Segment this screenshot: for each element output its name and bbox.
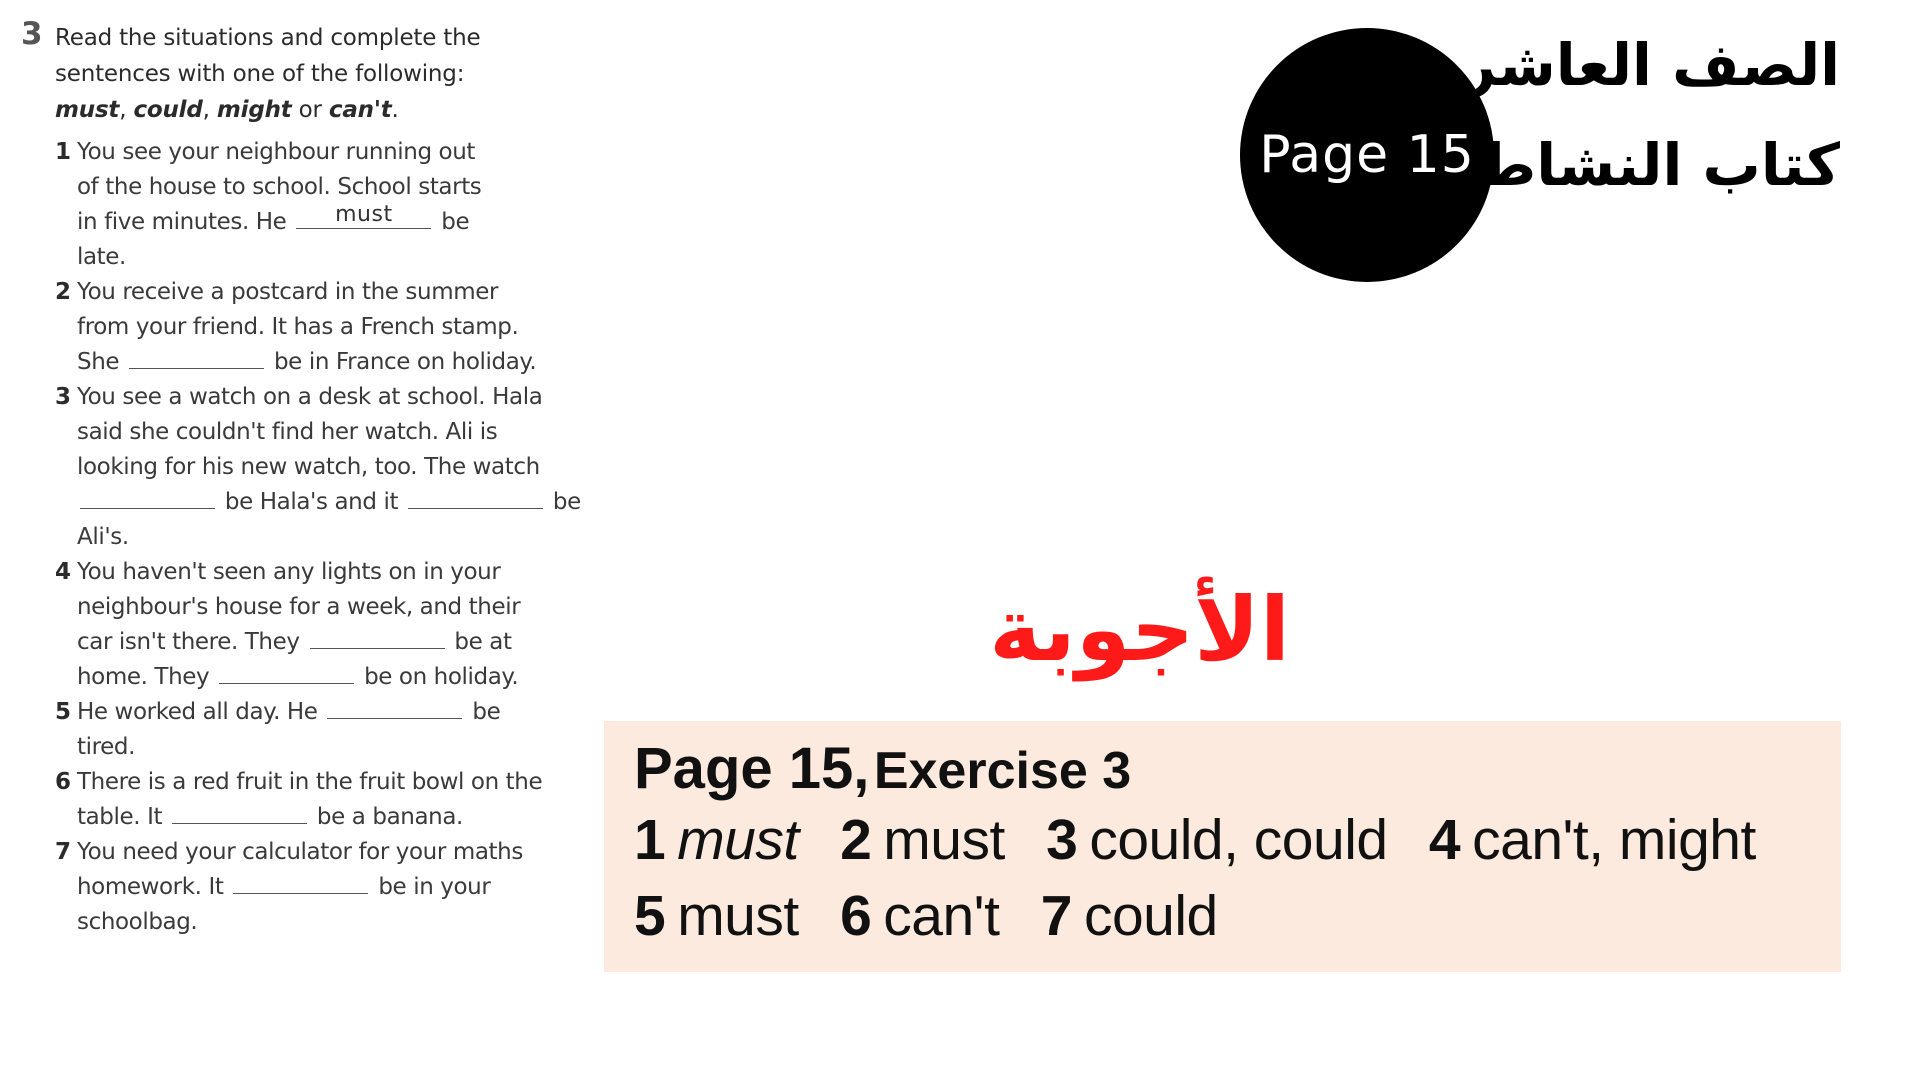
item-number: 2 — [55, 279, 71, 305]
answer-number: 1 — [634, 808, 666, 872]
answer-3: 3 could, could — [1046, 808, 1388, 872]
answer-blank[interactable] — [327, 696, 463, 719]
page-badge-label: Page 15 — [1259, 125, 1475, 185]
answer-word: could — [1083, 884, 1218, 948]
answer-number: 7 — [1040, 884, 1073, 948]
item-text: be on holiday. — [364, 664, 519, 690]
page-badge: Page 15 — [1240, 28, 1494, 282]
answer-word: could, could — [1089, 808, 1388, 872]
item-text: be in France on holiday. — [273, 349, 537, 375]
filled-answer: must — [335, 202, 393, 227]
item-text: be Hala's and it — [224, 489, 399, 515]
answer-row-2: 5 must 6 can't 7 could — [634, 883, 1244, 949]
answer-word: can't, might — [1472, 808, 1756, 872]
answer-number: 6 — [840, 884, 872, 948]
exercise-panel: 3 Read the situations and complete the s… — [0, 0, 581, 935]
exercise-item-4: 4 You haven't seen any lights on in your… — [55, 555, 547, 695]
item-number: 3 — [55, 384, 71, 410]
exercise-item-5: 5 He worked all day. He be tired. — [55, 695, 527, 765]
modal-cant: can't — [328, 97, 392, 123]
grade-title: الصف العاشر — [1462, 31, 1840, 99]
modal-might: might — [216, 97, 292, 123]
item-text: You see a watch on a desk at school. Hal… — [77, 384, 543, 480]
answer-number: 5 — [634, 884, 666, 948]
answer-blank[interactable] — [233, 871, 369, 894]
answer-number: 2 — [840, 808, 872, 872]
separator: , — [119, 97, 134, 123]
answer-blank[interactable] — [309, 626, 445, 649]
item-number: 5 — [55, 699, 71, 725]
answer-heading-page: Page 15, — [634, 736, 870, 801]
exercise-item-7: 7 You need your calculator for your math… — [55, 835, 557, 940]
item-number: 4 — [55, 559, 71, 585]
answer-blank[interactable] — [408, 486, 543, 509]
answer-blank[interactable]: must — [296, 202, 432, 229]
exercise-number: 3 — [21, 16, 43, 52]
exercise-item-3: 3 You see a watch on a desk at school. H… — [55, 380, 582, 555]
answer-key-heading: Page 15, Exercise 3 — [634, 735, 1131, 802]
separator: , — [202, 97, 217, 123]
answer-6: 6 can't — [840, 884, 1000, 948]
answer-heading-exercise: Exercise 3 — [873, 742, 1132, 800]
separator: or — [291, 97, 329, 123]
answer-5: 5 must — [634, 884, 799, 948]
exercise-items: 1 You see your neighbour running out of … — [55, 135, 581, 940]
answer-word: must — [883, 808, 1005, 872]
answer-4: 4 can't, might — [1429, 808, 1756, 872]
exercise-item-2: 2 You receive a postcard in the summer f… — [55, 275, 547, 380]
item-number: 1 — [55, 139, 71, 165]
answers-title: الأجوبة — [989, 578, 1290, 681]
answer-2: 2 must — [840, 808, 1005, 872]
item-text: There is a red fruit in the fruit bowl o… — [77, 769, 543, 830]
item-text: He worked all day. He — [77, 699, 318, 725]
answer-blank[interactable] — [172, 801, 307, 824]
exercise-instruction: Read the situations and complete the sen… — [55, 20, 555, 128]
answer-key-box: Page 15, Exercise 3 1 must 2 must 3 could, … — [604, 721, 1841, 972]
answer-row-1: 1 must 2 must 3 could, could 4 can't, might — [634, 807, 1782, 873]
exercise-item-6: 6 There is a red fruit in the fruit bowl… — [55, 765, 582, 835]
instruction-text: Read the situations and complete the sen… — [55, 25, 481, 87]
item-number: 6 — [55, 769, 71, 795]
answer-1: 1 must — [634, 808, 799, 872]
answer-blank[interactable] — [219, 661, 355, 684]
answer-blank[interactable] — [129, 346, 265, 369]
answer-word: can't — [883, 884, 1000, 948]
answer-number: 4 — [1428, 808, 1461, 872]
answer-7: 7 could — [1041, 884, 1218, 948]
item-text: be a banana. — [316, 804, 463, 830]
modal-could: could — [133, 97, 203, 123]
separator: . — [391, 97, 399, 123]
answer-word: must — [677, 808, 799, 872]
modal-must: must — [55, 97, 120, 123]
answer-number: 3 — [1046, 808, 1078, 872]
exercise-item-1: 1 You see your neighbour running out of … — [55, 135, 497, 275]
book-title: كتاب النشاط — [1475, 131, 1840, 199]
item-number: 7 — [55, 839, 71, 865]
answer-blank[interactable] — [80, 486, 215, 509]
answer-word: must — [677, 884, 799, 948]
